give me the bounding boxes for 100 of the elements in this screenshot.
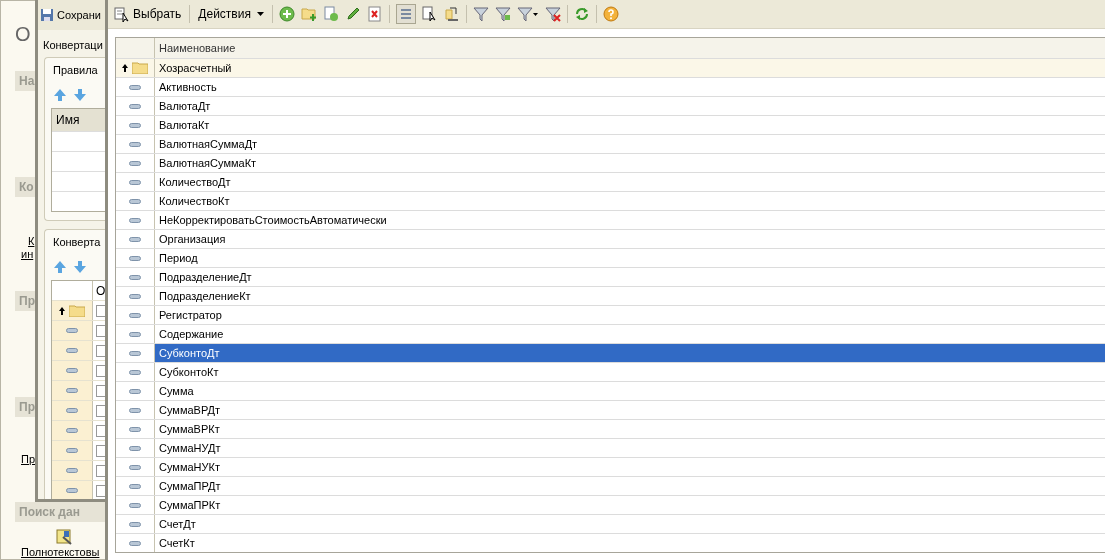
tab[interactable]: Конверта xyxy=(51,234,107,254)
table-row[interactable]: СуммаНУКт xyxy=(116,457,1105,476)
table-cell: СуммаНУДт xyxy=(159,442,221,454)
table-row[interactable]: СубконтоКт xyxy=(116,362,1105,381)
table-row[interactable]: ВалютнаяСуммаКт xyxy=(116,153,1105,172)
table-cell: СуммаВРДт xyxy=(159,404,220,416)
table-row[interactable]: Содержание xyxy=(116,324,1105,343)
dash-icon xyxy=(129,312,141,318)
table-row[interactable]: ВалютнаяСуммаДт xyxy=(116,134,1105,153)
table-row[interactable]: СуммаВРДт xyxy=(116,400,1105,419)
table-cell: Регистратор xyxy=(159,309,222,321)
checkbox[interactable] xyxy=(96,324,106,337)
dash-icon xyxy=(129,407,141,413)
select-cursor-icon[interactable] xyxy=(421,6,438,22)
table-row[interactable]: Организация xyxy=(116,229,1105,248)
filter-menu-icon[interactable] xyxy=(516,6,539,22)
table-row[interactable]: СуммаПРДт xyxy=(116,476,1105,495)
down-arrow-icon[interactable] xyxy=(73,260,87,274)
dash-icon xyxy=(129,521,141,527)
search-document-icon xyxy=(55,528,73,546)
checkbox[interactable] xyxy=(96,464,106,477)
table-row[interactable]: ВалютаДт xyxy=(116,96,1105,115)
select-button[interactable]: Выбрать xyxy=(112,6,184,22)
column-header: Имя xyxy=(52,109,107,131)
up-arrow-icon[interactable] xyxy=(122,64,128,72)
actions-menu-button[interactable]: Действия xyxy=(196,7,266,21)
table-cell: СчетКт xyxy=(159,537,195,549)
dash-icon xyxy=(129,426,141,432)
add-icon[interactable] xyxy=(278,6,295,22)
checkbox[interactable] xyxy=(96,364,106,377)
table-row[interactable]: НеКорректироватьСтоимостьАвтоматически xyxy=(116,210,1105,229)
dash-icon xyxy=(66,408,78,413)
table-row[interactable]: КоличествоКт xyxy=(116,191,1105,210)
checkbox[interactable] xyxy=(96,424,106,437)
link[interactable]: Полнотекстовы xyxy=(21,546,100,559)
table-cell: Организация xyxy=(159,233,226,245)
table-row[interactable]: Активность xyxy=(116,77,1105,96)
dash-icon xyxy=(129,483,141,489)
dash-icon xyxy=(129,464,141,470)
dash-icon xyxy=(129,122,141,128)
help-icon[interactable] xyxy=(602,6,619,22)
checkbox[interactable] xyxy=(96,384,106,397)
table-row[interactable]: Хозрасчетный xyxy=(116,58,1105,77)
filter-icon[interactable] xyxy=(472,6,489,22)
table-row[interactable]: Период xyxy=(116,248,1105,267)
table-row[interactable]: СуммаНУДт xyxy=(116,438,1105,457)
checkbox[interactable] xyxy=(96,344,106,357)
dash-icon xyxy=(66,468,78,473)
table-row[interactable]: ПодразделениеДт xyxy=(116,267,1105,286)
section-header: Поиск дан xyxy=(15,502,105,522)
dash-icon xyxy=(129,179,141,185)
floppy-icon xyxy=(40,8,54,22)
table-row[interactable]: СчетДт xyxy=(116,514,1105,533)
dash-icon xyxy=(66,488,78,493)
column-header: Наименование xyxy=(158,41,237,56)
dash-icon xyxy=(129,141,141,147)
table-row[interactable]: СуммаПРКт xyxy=(116,495,1105,514)
table-cell: ВалютнаяСуммаКт xyxy=(159,157,257,169)
copy-icon[interactable] xyxy=(322,6,339,22)
checkbox[interactable] xyxy=(96,444,106,457)
table-cell: КоличествоКт xyxy=(159,195,230,207)
table-row[interactable]: СчетКт xyxy=(116,533,1105,552)
dash-icon xyxy=(129,293,141,299)
table-cell: ПодразделениеКт xyxy=(159,290,251,302)
add-folder-icon[interactable] xyxy=(300,6,317,22)
checkbox[interactable] xyxy=(96,304,106,317)
filter-icon[interactable] xyxy=(494,6,511,22)
dash-icon xyxy=(129,198,141,204)
table-row[interactable]: СуммаВРКт xyxy=(116,419,1105,438)
table-cell: ПодразделениеДт xyxy=(159,271,252,283)
clear-filter-icon[interactable] xyxy=(544,6,561,22)
dash-icon xyxy=(129,350,141,356)
table-row[interactable]: ПодразделениеКт xyxy=(116,286,1105,305)
link[interactable]: ин xyxy=(21,248,34,261)
link[interactable]: Пр xyxy=(21,453,36,466)
checkbox[interactable] xyxy=(96,404,106,417)
delete-icon[interactable] xyxy=(366,6,383,22)
cursor-list-icon xyxy=(114,6,130,22)
down-arrow-icon[interactable] xyxy=(73,88,87,102)
table-row[interactable]: КоличествоДт xyxy=(116,172,1105,191)
table-cell: СчетДт xyxy=(159,518,196,530)
dash-icon xyxy=(66,328,78,333)
table-row[interactable]: Сумма xyxy=(116,381,1105,400)
table-cell: Хозрасчетный xyxy=(159,62,232,74)
dash-icon xyxy=(129,502,141,508)
table-row[interactable]: ВалютаКт xyxy=(116,115,1105,134)
folder-up-icon[interactable] xyxy=(443,6,460,22)
up-arrow-icon[interactable] xyxy=(59,306,65,315)
dash-icon xyxy=(129,445,141,451)
checkbox[interactable] xyxy=(96,484,106,497)
list-view-icon[interactable] xyxy=(395,4,416,24)
dash-icon xyxy=(129,331,141,337)
link[interactable]: К xyxy=(28,235,35,248)
table-row[interactable]: Регистратор xyxy=(116,305,1105,324)
pencil-icon[interactable] xyxy=(344,6,361,22)
table-cell: ВалютаКт xyxy=(159,119,210,131)
refresh-icon[interactable] xyxy=(573,6,590,22)
dash-icon xyxy=(129,274,141,280)
table-cell: КоличествоДт xyxy=(159,176,231,188)
dash-icon xyxy=(129,217,141,223)
